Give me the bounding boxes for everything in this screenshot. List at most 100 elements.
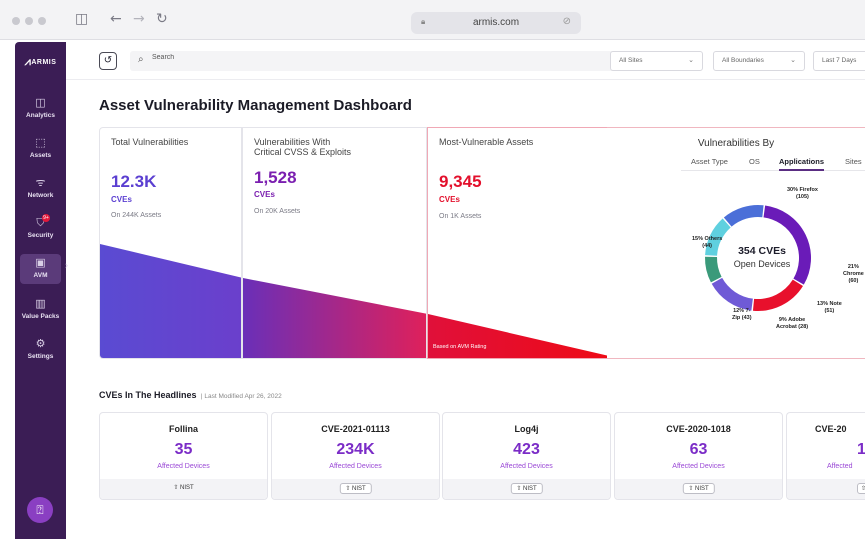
donut-segment-others[interactable] [723,205,764,227]
headlines-title: CVEs In The Headlines | Last Modified Ap… [99,390,282,400]
nist-link[interactable]: ⇧ NIST [168,483,198,492]
donut-segment-note[interactable] [711,277,754,311]
history-icon: ↺ [103,55,113,66]
card-footer: ⇧ NIST [615,479,782,499]
total-vulnerabilities-card[interactable]: Total Vulnerabilities 12.3K CVEs On 244K… [99,127,242,359]
back-arrow-icon[interactable]: ← [110,11,122,27]
cve-name: CVE-2021-01113 [321,424,390,434]
vulnerabilities-by-card: Vulnerabilities By Asset Type OS Applica… [607,127,865,359]
window-close-dot[interactable] [12,17,20,25]
headlines-modified: | Last Modified Apr 26, 2022 [199,393,282,400]
sidebar-item-label: AVM [33,272,48,279]
cve-affected-label: Affected Devices [329,463,382,470]
sidebar-toggle-icon[interactable]: ◫ [75,11,88,27]
donut-chart [705,205,811,311]
cve-affected-count: 63 [689,441,708,458]
security-alert-badge: 9+ [42,214,50,222]
boundaries-dropdown-value: All Boundaries [722,57,764,64]
address-bar[interactable]: 🔒︎ armis.com ⊘ [411,12,581,34]
gear-icon: ⚙ [35,337,46,350]
cve-affected-count: 423 [513,441,540,458]
history-button[interactable]: ↺ [99,52,117,70]
wifi-icon: ᯤ [35,176,46,189]
critical-vulnerabilities-card[interactable]: Vulnerabilities With Critical CVSS & Expl… [242,127,427,359]
nist-link[interactable]: ⇧ NIST [510,483,543,494]
window-minimize-dot[interactable] [25,17,33,25]
sidebar-item-label: Security [27,232,54,239]
card-footer: ⇧ [787,479,865,499]
chrome-segment-label: 21% Chrome (60) [843,264,864,284]
nist-link[interactable]: ⇧ NIST [339,483,372,494]
address-url: armis.com [472,17,520,28]
date-range-value: Last 7 Days [822,57,857,64]
search-box[interactable]: ⌕ [130,51,664,71]
cve-name: Follina [169,424,198,434]
filter-bar: ↺ ⌕ All Sites ⌄ All Boundaries ⌄ Last 7 … [66,42,865,80]
headline-card[interactable]: CVE-20 1 Affected ⇧ [786,412,865,500]
sidebar-item-label: Settings [27,353,54,360]
firefox-segment-label: 30% Firefox (105) [787,187,818,200]
sites-dropdown-value: All Sites [619,57,643,64]
zip-segment-label: 12% 7- Zip (43) [732,308,752,321]
search-input[interactable] [152,54,552,61]
sidebar-item-label: Network [27,192,54,199]
trend-wedge [100,244,241,358]
chevron-right-icon: › [65,260,68,270]
cve-affected-label: Affected [827,463,853,470]
forward-arrow-icon[interactable]: → [133,11,145,27]
cve-affected-label: Affected Devices [500,463,553,470]
search-icon: ⌕ [138,54,144,65]
armis-logo[interactable]: ⩘ARMIS [15,56,66,69]
sidebar-item-network[interactable]: ᯤ Network [15,176,66,200]
sidebar-item-avm[interactable]: ▣ AVM › [20,254,68,284]
cve-name: Log4j [514,424,539,434]
donut-center-value: 354 CVEs [738,245,786,257]
nist-link[interactable]: ⇧ [857,483,865,494]
donut-segment-chrome[interactable] [752,279,803,311]
trend-wedge [428,314,607,358]
cve-name: CVE-20 [815,424,847,434]
logo-text: ARMIS [31,59,57,66]
sidebar-item-label: Analytics [26,112,55,119]
browser-toolbar: ◫ ← → ↻ 🔒︎ armis.com ⊘ [0,0,865,40]
sidebar: ⩘ARMIS ◫ Analytics ⬚ Assets ᯤ Network ⛉ … [15,42,68,539]
avm-icon: ▣ [35,256,46,269]
date-range-dropdown[interactable]: Last 7 Days [813,51,865,71]
sidebar-item-assets[interactable]: ⬚ Assets [15,137,66,160]
reload-icon[interactable]: ↻ [156,11,168,27]
shield-icon: ⛉ [36,216,45,229]
chevron-down-icon: ⌄ [688,56,694,64]
sidebar-item-analytics[interactable]: ◫ Analytics [15,96,66,120]
sites-dropdown[interactable]: All Sites ⌄ [610,51,703,71]
sidebar-item-label: Assets [29,152,52,159]
cve-affected-label: Affected Devices [672,463,725,470]
page-title: Asset Vulnerability Management Dashboard [99,97,412,114]
chat-icon: ⍰ [36,503,44,517]
headline-card[interactable]: CVE-2021-01113 234K Affected Devices ⇧ N… [271,412,440,500]
packs-icon: ▥ [35,297,46,310]
link-icon[interactable]: ⊘ [563,16,571,27]
rating-basis-note: Based on AVM Rating [433,344,487,350]
chevron-down-icon: ⌄ [790,56,796,64]
window-maximize-dot[interactable] [38,17,46,25]
headline-card[interactable]: CVE-2020-1018 63 Affected Devices ⇧ NIST [614,412,783,500]
sidebar-item-settings[interactable]: ⚙ Settings [15,337,66,361]
help-chat-button[interactable]: ⍰ [27,497,53,523]
sidebar-item-label: Value Packs [21,313,60,320]
card-footer: ⇧ NIST [272,479,439,499]
most-vulnerable-assets-card[interactable]: Most-Vulnerable Assets 9,345 CVEs On 1K … [427,127,608,359]
trend-wedge [243,278,426,358]
headline-card[interactable]: Log4j 423 Affected Devices ⇧ NIST [442,412,611,500]
donut-center-label: Open Devices [733,259,791,269]
chart-icon: ◫ [35,96,46,109]
headline-card[interactable]: Follina 35 Affected Devices ⇧ NIST [99,412,268,500]
cve-affected-count: 35 [174,441,193,458]
cve-affected-count: 1 [787,441,865,459]
nist-link[interactable]: ⇧ NIST [682,483,715,494]
boundaries-dropdown[interactable]: All Boundaries ⌄ [713,51,805,71]
cve-affected-count: 234K [336,441,375,458]
cve-name: CVE-2020-1018 [666,424,731,434]
sidebar-item-value-packs[interactable]: ▥ Value Packs [15,297,66,321]
sidebar-item-security[interactable]: ⛉ 9+ Security [15,214,66,239]
note-segment-label: 13% Note (51) [817,301,842,314]
